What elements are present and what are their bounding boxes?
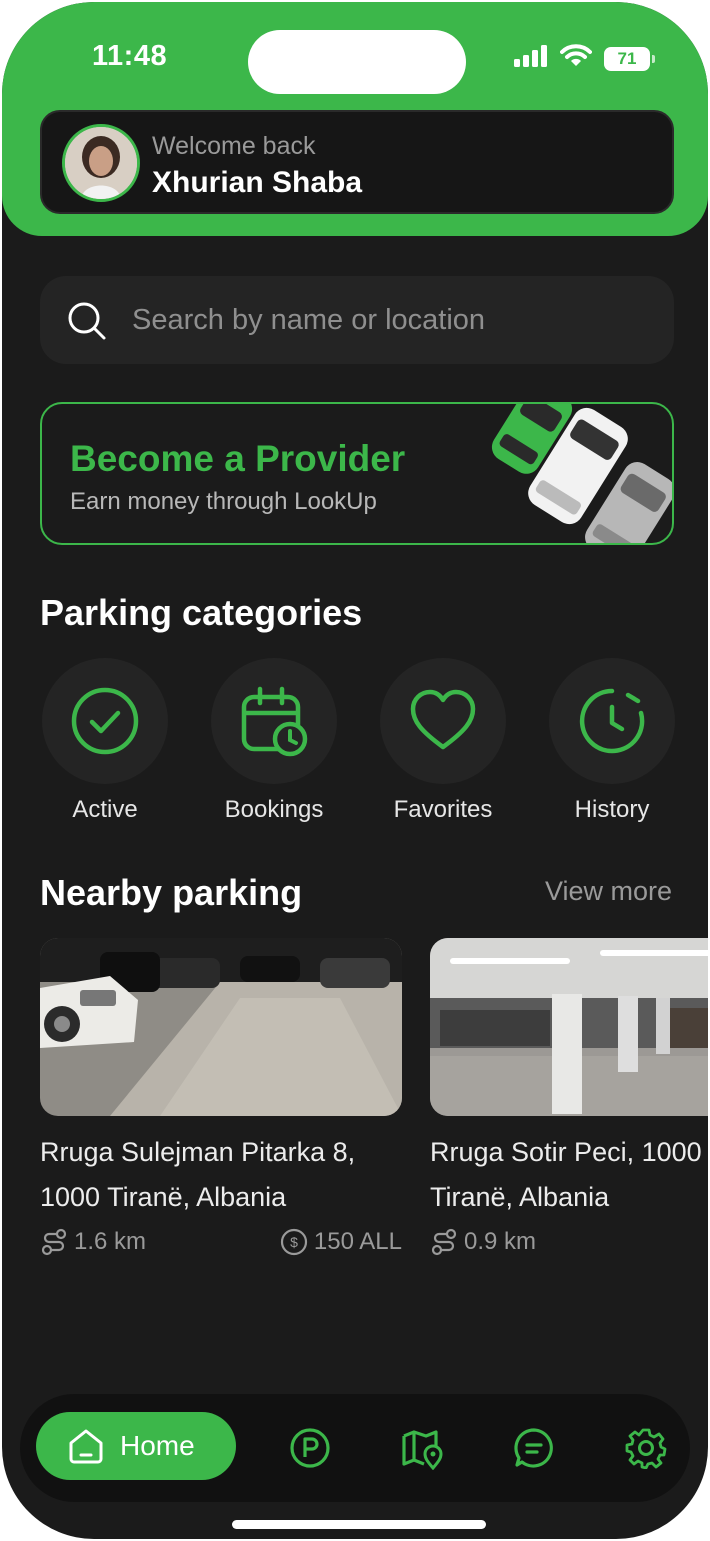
parking-address-line2: Tiranë, Albania xyxy=(430,1182,610,1212)
provider-title: Become a Provider xyxy=(70,438,406,479)
status-icons: 71 xyxy=(514,44,655,73)
check-circle-icon xyxy=(71,687,139,755)
welcome-card[interactable]: Welcome back Xhurian Shaba xyxy=(40,110,674,214)
parking-card[interactable]: Rruga Sotir Peci, 1000 Tiranë, Albania 0… xyxy=(430,938,708,1258)
wifi-icon xyxy=(560,44,592,73)
status-time: 11:48 xyxy=(92,40,168,72)
battery-icon: 71 xyxy=(604,46,655,71)
heart-icon xyxy=(410,689,476,750)
category-active[interactable]: Active xyxy=(41,658,169,824)
search-input[interactable] xyxy=(132,296,652,344)
parking-icon xyxy=(290,1428,330,1468)
chat-icon xyxy=(514,1428,553,1468)
parking-photo xyxy=(430,938,708,1116)
category-label: History xyxy=(574,796,650,823)
dollar-coin-icon: $ xyxy=(280,1228,308,1256)
map-pin-icon xyxy=(402,1430,443,1470)
nav-home[interactable]: Home xyxy=(36,1412,236,1480)
nav-map[interactable] xyxy=(400,1426,444,1470)
svg-text:$: $ xyxy=(290,1234,298,1250)
bottom-nav: Home xyxy=(20,1394,690,1502)
category-label: Active xyxy=(72,796,138,823)
gear-icon xyxy=(625,1428,667,1469)
route-icon xyxy=(41,1228,67,1256)
parking-price: 150 ALL xyxy=(313,1228,402,1255)
provider-subtitle: Earn money through LookUp xyxy=(70,488,377,515)
nav-home-label: Home xyxy=(120,1430,195,1461)
home-indicator xyxy=(232,1520,486,1529)
nav-parking[interactable] xyxy=(288,1426,332,1470)
parking-address-line1: Rruga Sulejman Pitarka 8, xyxy=(40,1137,356,1167)
home-icon xyxy=(69,1429,103,1464)
nav-messages[interactable] xyxy=(512,1426,556,1470)
category-label: Favorites xyxy=(393,796,493,823)
nearby-title: Nearby parking xyxy=(40,872,303,913)
search-bar[interactable] xyxy=(40,276,674,364)
history-clock-icon xyxy=(579,688,645,754)
parking-address-line2: 1000 Tiranë, Albania xyxy=(40,1182,287,1212)
view-more-link[interactable]: View more xyxy=(545,876,672,907)
category-bookings[interactable]: Bookings xyxy=(210,658,338,824)
categories-title: Parking categories xyxy=(40,592,363,633)
signal-icon xyxy=(514,45,548,72)
avatar[interactable] xyxy=(62,124,140,202)
parking-distance: 0.9 km xyxy=(464,1228,537,1255)
dynamic-island xyxy=(248,30,466,94)
welcome-label: Welcome back xyxy=(152,132,316,160)
search-icon xyxy=(66,300,108,347)
parking-address-line1: Rruga Sotir Peci, 1000 xyxy=(430,1137,702,1167)
phone-screen: 11:48 71 Welcome back Xhurian Shaba Sear… xyxy=(2,2,708,1539)
become-provider-banner[interactable]: Become a Provider Earn money through Loo… xyxy=(40,402,674,545)
category-label: Bookings xyxy=(224,796,324,823)
header: 11:48 71 Welcome back Xhurian Shaba xyxy=(2,2,708,236)
cars-illustration xyxy=(491,404,672,543)
route-icon xyxy=(431,1228,457,1256)
category-favorites[interactable]: Favorites xyxy=(379,658,507,824)
nav-settings[interactable] xyxy=(624,1426,668,1470)
parking-card[interactable]: Rruga Sulejman Pitarka 8, 1000 Tiranë, A… xyxy=(40,938,402,1258)
calendar-clock-icon xyxy=(241,686,308,757)
user-name: Xhurian Shaba xyxy=(152,166,363,199)
parking-distance: 1.6 km xyxy=(74,1228,147,1255)
category-history[interactable]: History xyxy=(548,658,676,824)
parking-photo xyxy=(40,938,402,1116)
